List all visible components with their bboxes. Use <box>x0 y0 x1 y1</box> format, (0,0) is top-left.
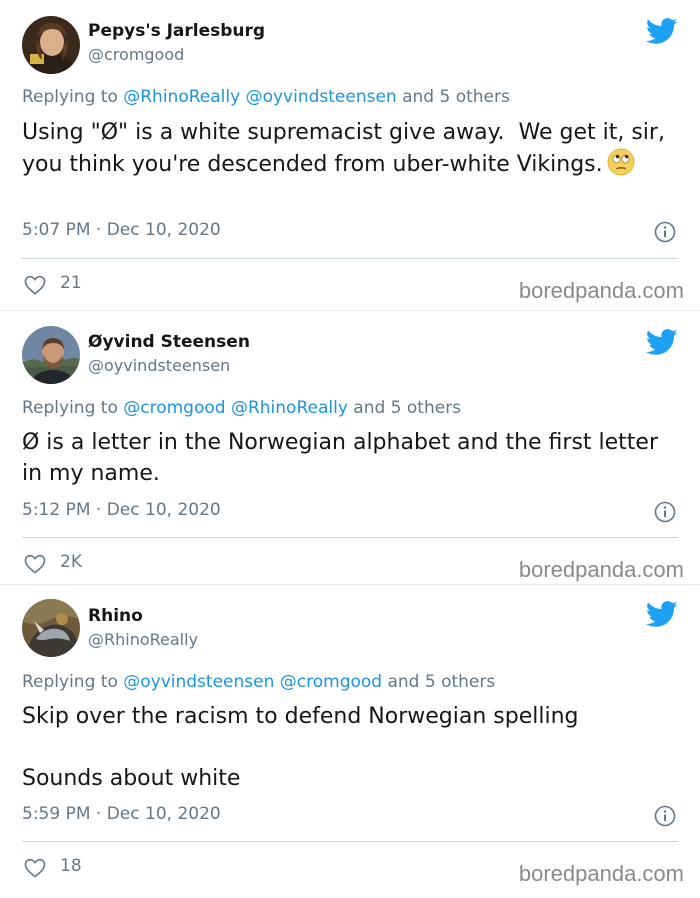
tweet-body: Skip over the racism to defend Norwegian… <box>22 704 579 791</box>
reply-prefix: Replying to <box>22 87 124 107</box>
reply-context: Replying to @RhinoReally @oyvindsteensen… <box>22 87 510 107</box>
divider <box>22 841 678 842</box>
twitter-bird-icon[interactable] <box>646 329 678 356</box>
info-icon[interactable] <box>654 805 676 827</box>
reply-prefix: Replying to <box>22 398 124 418</box>
reply-prefix: Replying to <box>22 672 124 692</box>
reply-suffix[interactable]: and 5 others <box>397 87 510 107</box>
tweet-timestamp[interactable]: 5:59 PM · Dec 10, 2020 <box>22 804 221 824</box>
tweet-timestamp[interactable]: 5:07 PM · Dec 10, 2020 <box>22 220 221 240</box>
heart-icon[interactable] <box>24 275 46 295</box>
reply-suffix[interactable]: and 5 others <box>382 672 495 692</box>
user-handle[interactable]: @cromgood <box>88 45 184 64</box>
info-icon[interactable] <box>654 221 676 243</box>
heart-icon[interactable] <box>24 858 46 878</box>
divider <box>22 258 678 259</box>
tweet-text: Skip over the racism to defend Norwegian… <box>22 701 682 794</box>
tweet-body: Using "Ø" is a white supremacist give aw… <box>22 120 672 177</box>
user-handle[interactable]: @RhinoReally <box>88 630 198 649</box>
watermark: boredpanda.com <box>518 861 684 886</box>
info-icon[interactable] <box>654 501 676 523</box>
watermark: boredpanda.com <box>518 278 684 303</box>
reply-mentions[interactable]: @RhinoReally @oyvindsteensen <box>123 87 396 107</box>
divider <box>22 537 678 538</box>
display-name[interactable]: Rhino <box>88 606 143 626</box>
face-with-rolling-eyes-icon <box>607 148 635 176</box>
twitter-bird-icon[interactable] <box>646 18 678 45</box>
reply-context: Replying to @oyvindsteensen @cromgood an… <box>22 672 495 692</box>
reply-mentions[interactable]: @oyvindsteensen @cromgood <box>123 672 382 692</box>
avatar[interactable] <box>22 16 80 74</box>
tweet-timestamp[interactable]: 5:12 PM · Dec 10, 2020 <box>22 500 221 520</box>
like-count: 2K <box>60 552 82 572</box>
tweet-text: Ø is a letter in the Norwegian alphabet … <box>22 427 682 489</box>
display-name[interactable]: Øyvind Steensen <box>88 332 250 352</box>
like-count: 21 <box>60 273 82 293</box>
watermark: boredpanda.com <box>518 557 684 582</box>
reply-suffix[interactable]: and 5 others <box>348 398 461 418</box>
avatar[interactable] <box>22 599 80 657</box>
tweet-body: Ø is a letter in the Norwegian alphabet … <box>22 430 666 486</box>
tweet-card[interactable]: Øyvind Steensen @oyvindsteensen Replying… <box>0 310 700 583</box>
tweet-text: Using "Ø" is a white supremacist give aw… <box>22 117 682 180</box>
avatar[interactable] <box>22 326 80 384</box>
tweet-card[interactable]: Rhino @RhinoReally Replying to @oyvindst… <box>0 584 700 898</box>
reply-context: Replying to @cromgood @RhinoReally and 5… <box>22 398 461 418</box>
tweet-card[interactable]: Pepys's Jarlesburg @cromgood Replying to… <box>0 0 700 309</box>
heart-icon[interactable] <box>24 554 46 574</box>
display-name[interactable]: Pepys's Jarlesburg <box>88 21 265 41</box>
user-handle[interactable]: @oyvindsteensen <box>88 356 230 375</box>
like-count: 18 <box>60 856 82 876</box>
twitter-bird-icon[interactable] <box>646 601 678 628</box>
reply-mentions[interactable]: @cromgood @RhinoReally <box>123 398 348 418</box>
